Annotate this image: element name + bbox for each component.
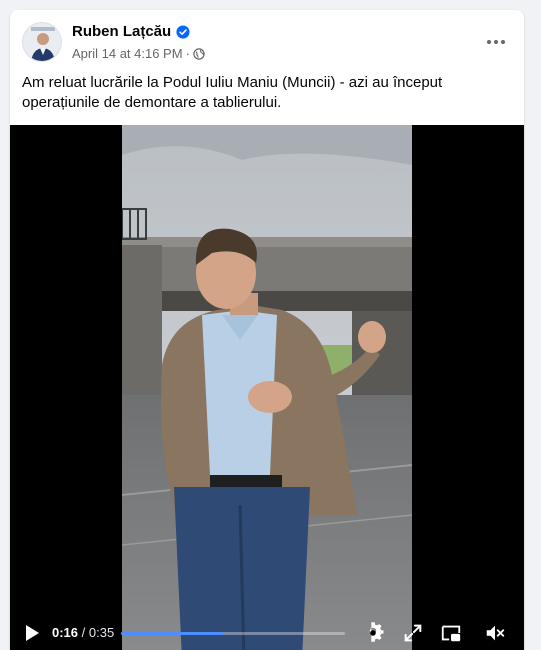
current-time: 0:16 — [52, 625, 79, 640]
meta-separator: · — [185, 46, 190, 61]
post-caption: Am reluat lucrările la Podul Iuliu Maniu… — [22, 74, 443, 111]
progress-bar[interactable] — [121, 632, 345, 635]
verified-badge-icon — [176, 24, 190, 39]
settings-gear-icon[interactable] — [362, 622, 384, 644]
more-options-button[interactable] — [484, 32, 508, 52]
avatar-image — [23, 23, 61, 61]
time-separator: / — [78, 625, 89, 640]
muted-speaker-icon[interactable] — [484, 622, 506, 644]
fullscreen-icon[interactable] — [402, 622, 424, 644]
globe-icon[interactable] — [193, 47, 205, 60]
post-header: Ruben Lațcău April 14 at 4:16 PM · — [22, 22, 512, 66]
post-card: Ruben Lațcău April 14 at 4:16 PM · Am re… — [10, 10, 524, 650]
video-player[interactable]: 0:16 / 0:35 — [10, 125, 524, 650]
video-frame[interactable] — [122, 125, 412, 650]
author-name-row: Ruben Lațcău — [72, 23, 190, 40]
author-name[interactable]: Ruben Lațcău — [72, 23, 171, 40]
more-options-icon — [487, 40, 505, 44]
author-avatar[interactable] — [22, 22, 62, 62]
duration: 0:35 — [88, 625, 115, 640]
video-time: 0:16 / 0:35 — [52, 625, 114, 640]
picture-in-picture-icon[interactable] — [440, 622, 462, 644]
progress-fill — [121, 632, 224, 635]
post-meta: April 14 at 4:16 PM · — [72, 46, 205, 61]
video-thumbnail — [122, 125, 412, 650]
video-controls: 0:16 / 0:35 — [10, 613, 524, 650]
play-icon[interactable] — [22, 623, 42, 643]
post-date[interactable]: April 14 at 4:16 PM — [72, 46, 183, 61]
